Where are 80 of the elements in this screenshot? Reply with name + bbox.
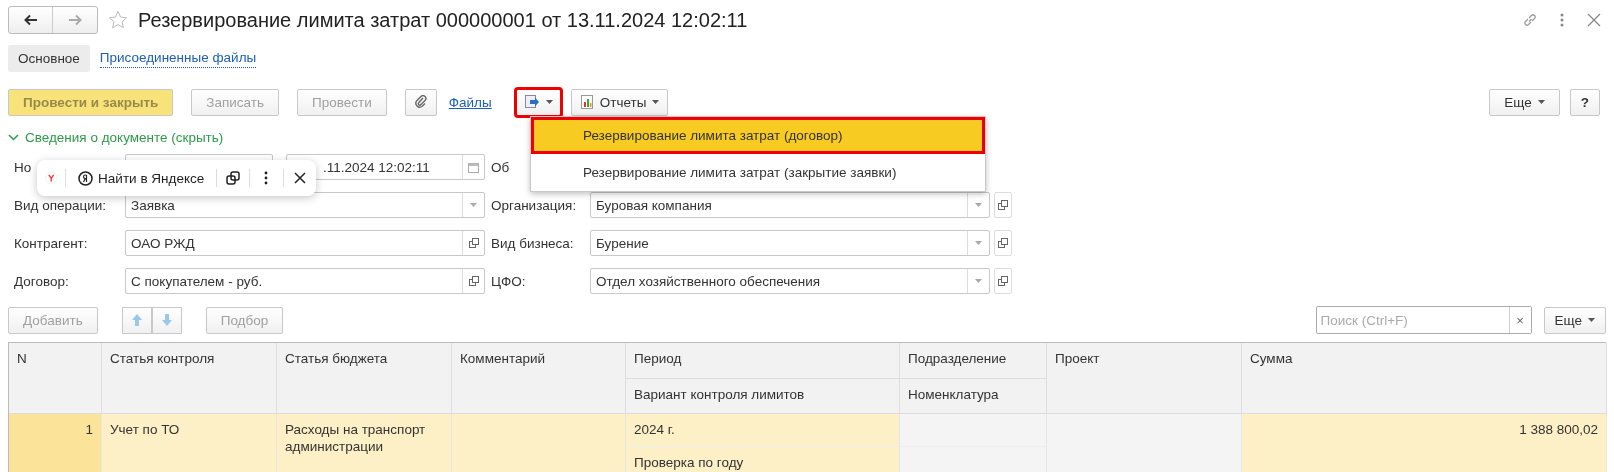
- table-cell: Учет по ТО: [102, 414, 277, 472]
- search-engine-icon: [78, 170, 94, 186]
- table-cell: Расходы на транспорт администрации: [277, 414, 452, 472]
- copy-icon: [225, 170, 241, 186]
- column-header: Статья бюджета: [277, 343, 452, 414]
- left-arrow-icon: [23, 14, 38, 26]
- link-icon: [1522, 12, 1538, 28]
- help-button[interactable]: ?: [1569, 88, 1600, 116]
- caret-icon: [652, 100, 660, 104]
- open-icon: [468, 276, 479, 286]
- caret-icon: [1537, 100, 1545, 104]
- files-link[interactable]: Файлы: [448, 94, 492, 110]
- select-field[interactable]: Отдел хозяйственного обеспечения: [590, 268, 990, 294]
- caret-icon: [545, 100, 553, 104]
- table-cell: 1 388 800,02: [1242, 414, 1607, 472]
- open-icon: [468, 238, 479, 248]
- select-field[interactable]: Буровая компания: [590, 192, 990, 218]
- reference-field[interactable]: С покупателем - руб.: [125, 268, 485, 294]
- document-arrow-icon: [523, 94, 540, 110]
- create-based-button[interactable]: [515, 88, 561, 116]
- close-icon: [293, 172, 306, 184]
- column-header: Вариант контроля лимитов: [626, 379, 900, 414]
- section-toggle[interactable]: Сведения о документе (скрыть): [8, 128, 224, 146]
- reference-field[interactable]: ОАО РЖД: [125, 230, 485, 256]
- dropdown-arrow-icon: [975, 241, 982, 245]
- paperclip-icon: [413, 95, 428, 109]
- more-menu-button[interactable]: Еще: [1489, 88, 1560, 116]
- more-icon: [1560, 13, 1564, 27]
- column-header: Сумма: [1242, 343, 1607, 414]
- report-icon: [579, 95, 594, 109]
- tab[interactable]: Присоединенные файлы: [99, 48, 257, 68]
- field-label: Контрагент:: [14, 235, 88, 251]
- more-icon: [264, 171, 269, 185]
- dropdown-arrow-icon: [975, 203, 982, 207]
- field-label: Но: [14, 159, 32, 175]
- select-field[interactable]: Бурение: [590, 230, 990, 256]
- open-icon: [998, 238, 1008, 248]
- table-cell: 1: [9, 414, 102, 472]
- dropdown-arrow-icon: [975, 279, 982, 283]
- open-icon: [998, 276, 1008, 286]
- open-button[interactable]: [994, 230, 1012, 256]
- select-field[interactable]: Заявка: [125, 192, 485, 218]
- search-field[interactable]: Поиск (Ctrl+F) ×: [1315, 306, 1532, 334]
- browser-logo-icon: [45, 169, 58, 187]
- column-header: Проект: [1047, 343, 1242, 414]
- column-header: Подразделение: [900, 343, 1047, 379]
- menu-item[interactable]: Резервирование лимита затрат (договор): [531, 117, 985, 154]
- more-menu-button[interactable]: Еще: [1543, 306, 1606, 334]
- right-arrow-icon: [68, 14, 82, 26]
- column-header: N: [9, 343, 102, 414]
- close-icon: [1587, 13, 1601, 27]
- attach-button[interactable]: [404, 88, 437, 116]
- field-label: Об: [491, 159, 510, 175]
- field-label: Договор:: [14, 273, 69, 289]
- calendar-icon: [468, 161, 479, 173]
- clear-search-button[interactable]: ×: [1508, 307, 1531, 333]
- star-icon: [108, 10, 128, 30]
- menu-item[interactable]: Резервирование лимита затрат (закрытие заявки): [531, 154, 985, 191]
- caret-icon: [1588, 318, 1595, 322]
- table-cell: 2024 г.: [626, 414, 900, 447]
- open-button[interactable]: [994, 192, 1012, 218]
- open-icon: [998, 200, 1008, 210]
- field-label: Вид операции:: [14, 197, 107, 213]
- column-header: Статья контроля: [102, 343, 277, 414]
- chevron-icon: [8, 133, 19, 141]
- tab[interactable]: Основное: [8, 44, 90, 72]
- column-header: Номенклатура: [900, 379, 1047, 414]
- field-label: ЦФО:: [491, 273, 526, 289]
- field-label: Организация:: [491, 197, 577, 213]
- open-button[interactable]: [994, 268, 1012, 294]
- search-web-button[interactable]: Найти в Яндексе: [74, 170, 209, 186]
- field-label: Вид бизнеса:: [491, 235, 574, 251]
- dropdown-arrow-icon: [470, 203, 477, 207]
- column-header: Период: [626, 343, 900, 379]
- reports-button[interactable]: Отчеты: [570, 88, 669, 116]
- down-arrow-icon: [160, 314, 173, 326]
- column-header: Комментарий: [452, 343, 626, 414]
- window-title: Резервирование лимита затрат 000000001 от 13.11.2024 12:02:11: [138, 8, 749, 32]
- table-cell: Проверка по году: [626, 447, 900, 472]
- up-arrow-icon: [130, 314, 143, 326]
